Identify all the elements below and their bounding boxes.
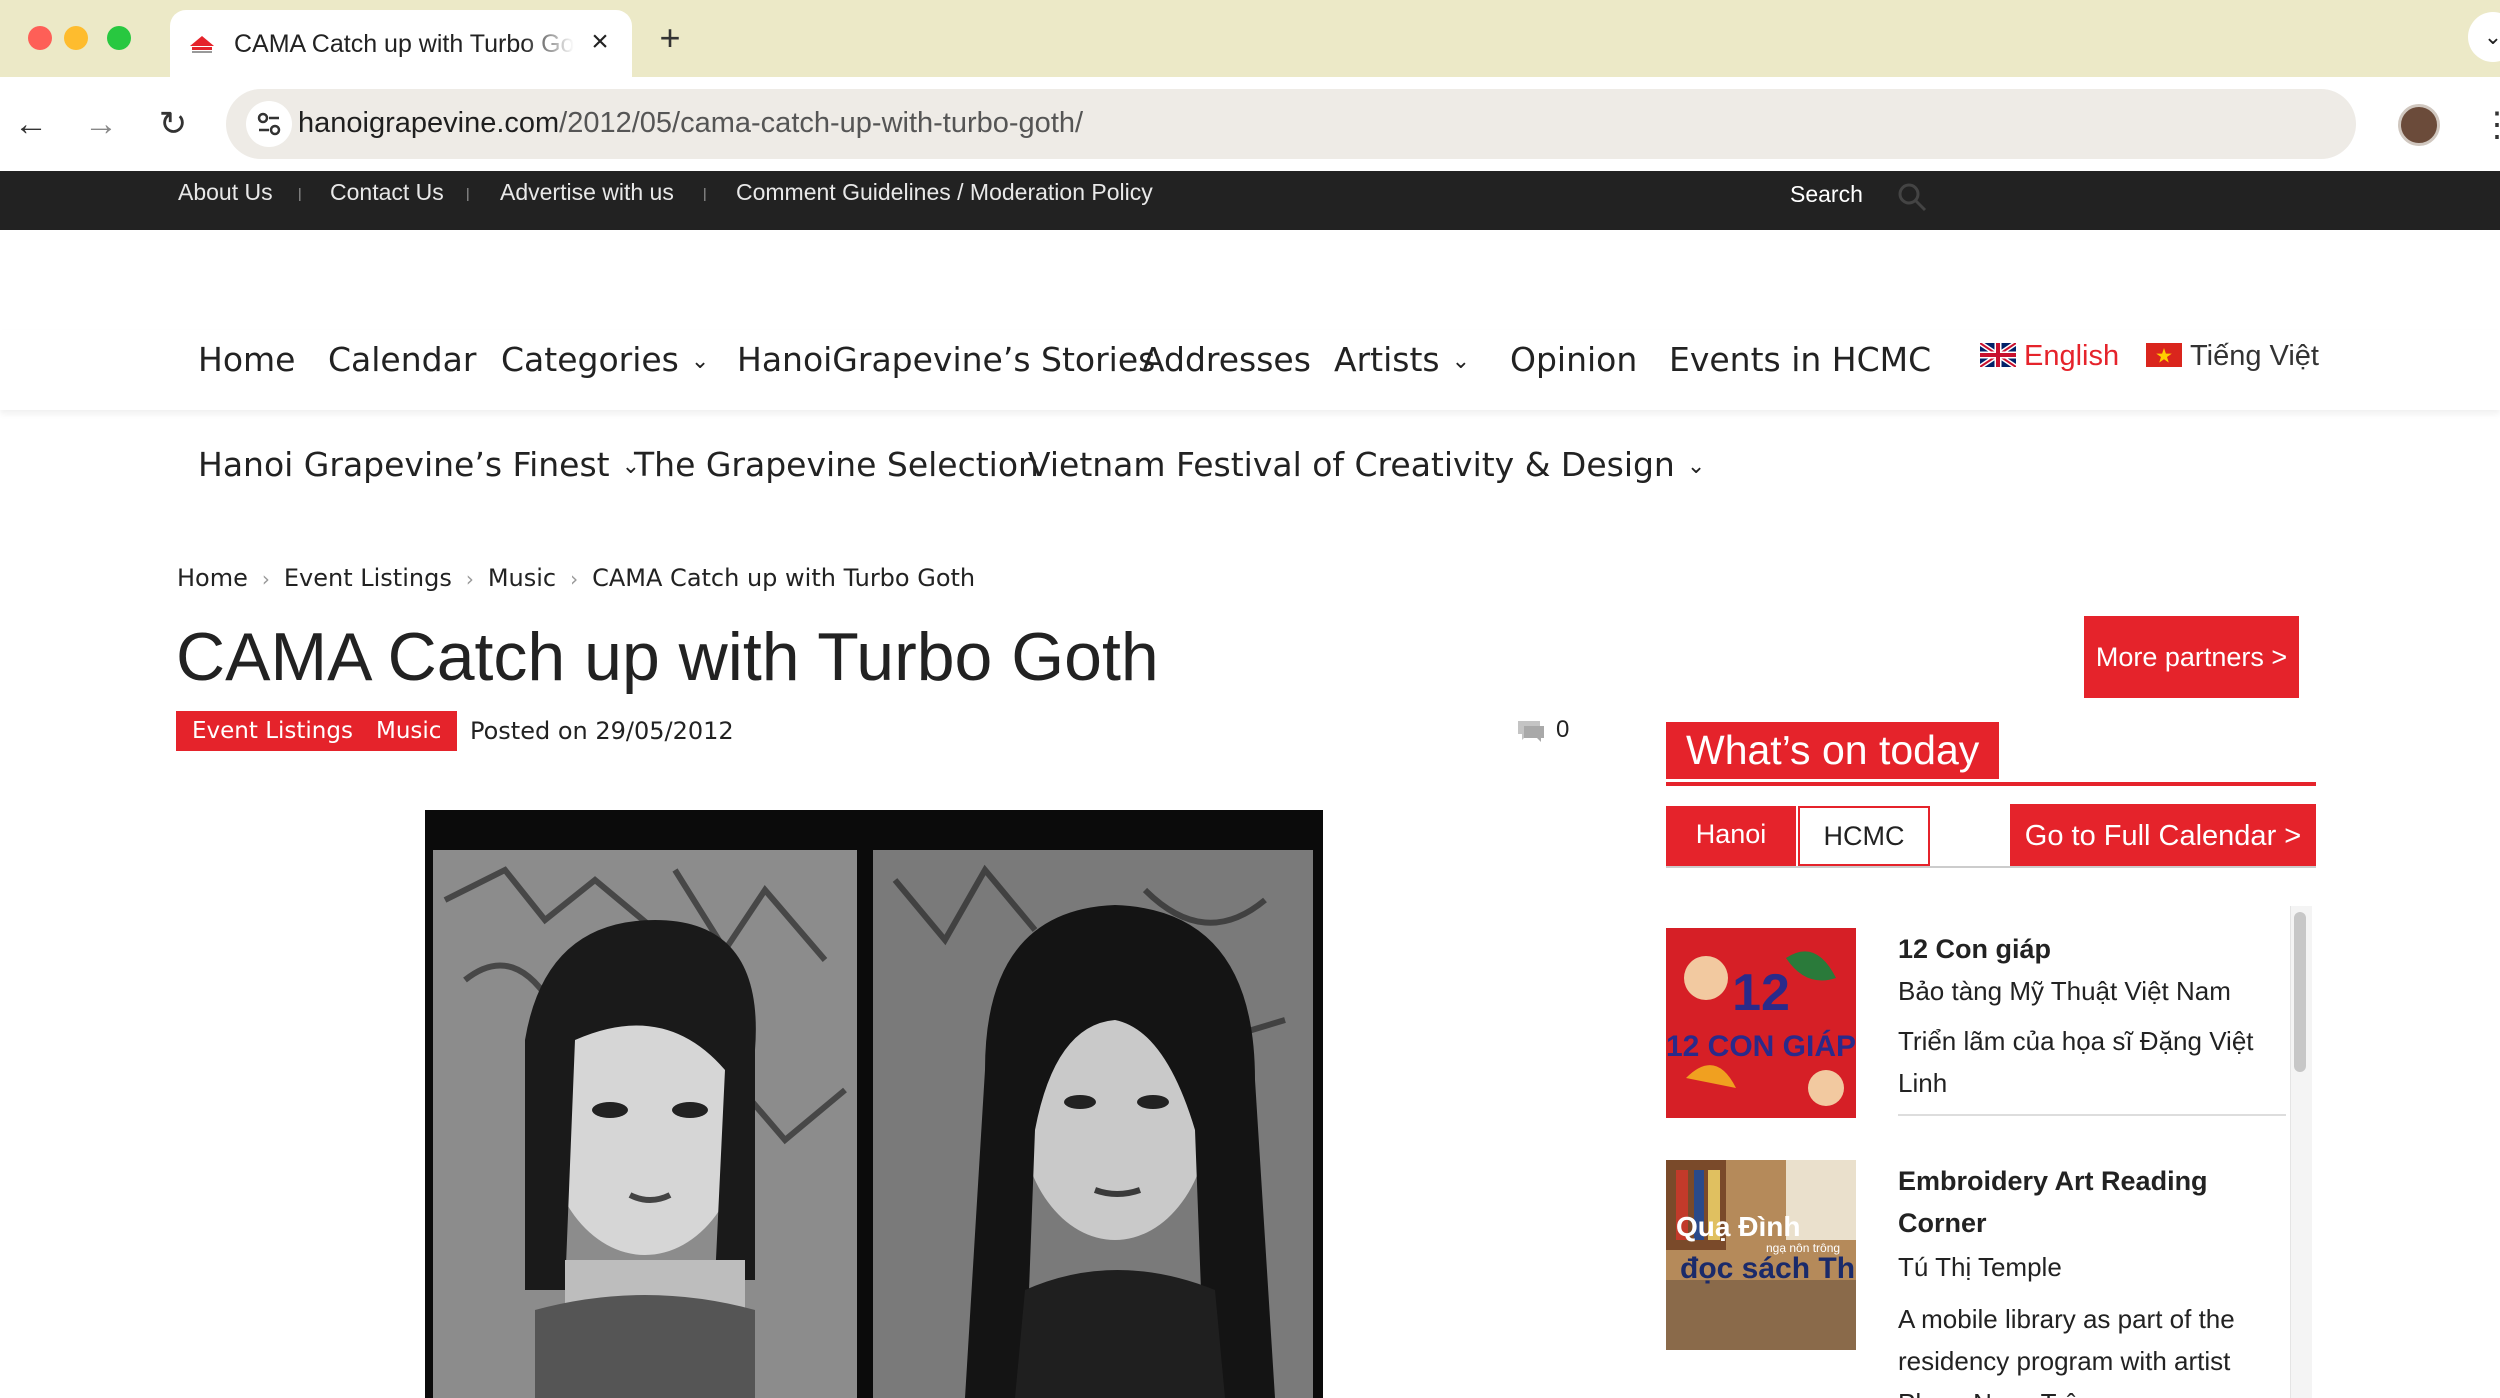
svg-text:12: 12: [1732, 964, 1790, 1022]
url-text[interactable]: hanoigrapevine.com/2012/05/cama-catch-up…: [298, 107, 1083, 140]
event-title[interactable]: 12 Con giáp: [1898, 928, 2288, 970]
event-thumbnail[interactable]: Quạ Đình ngạ nôn trông đọc sách Th: [1666, 1160, 1856, 1350]
uk-flag-icon: [1980, 343, 2016, 367]
topbar-link-advertise[interactable]: Advertise with us: [500, 179, 674, 206]
event-description: Triển lãm của họa sĩ Đặng Việt Linh: [1898, 1026, 2254, 1098]
topbar-link-guidelines[interactable]: Comment Guidelines / Moderation Policy: [736, 179, 1153, 206]
event-description: A mobile library as part of the residenc…: [1898, 1304, 2235, 1398]
event-title[interactable]: Embroidery Art Reading Corner: [1898, 1160, 2288, 1244]
thumb-label: 12 CON GIÁP: [1666, 1029, 1856, 1063]
chevron-down-icon: ⌄: [690, 349, 710, 374]
nav-item-label: Hanoi Grapevine’s Finest: [198, 445, 610, 484]
topbar-link-contact[interactable]: Contact Us: [330, 179, 444, 206]
article-photo: [425, 810, 1323, 1398]
lang-english-label: English: [2024, 340, 2120, 372]
url-host: hanoigrapevine.com: [298, 107, 560, 139]
page-title: CAMA Catch up with Turbo Goth: [176, 619, 1159, 695]
profile-avatar[interactable]: [2398, 104, 2440, 146]
event-thumbnail[interactable]: 12 12 CON GIÁP: [1666, 928, 1856, 1118]
lang-vietnamese-label: Tiếng Việt: [2190, 340, 2319, 372]
topbar-separator: |: [298, 185, 302, 201]
nav-item-selection[interactable]: The Grapevine Selection: [634, 445, 1039, 484]
site-favicon-icon: [190, 36, 214, 53]
nav-item-categories[interactable]: Categories ⌄: [501, 340, 709, 379]
topbar-separator: |: [466, 185, 470, 201]
close-window-button[interactable]: [28, 26, 52, 50]
maximize-window-button[interactable]: [107, 26, 131, 50]
event-thumbnail-image: Quạ Đình ngạ nôn trông đọc sách Th: [1666, 1160, 1856, 1350]
breadcrumb: Home › Event Listings › Music › CAMA Catch up …: [177, 564, 975, 592]
browser-menu-icon[interactable]: ⋮: [2480, 104, 2500, 146]
address-bar[interactable]: hanoigrapevine.com/2012/05/cama-catch-up…: [226, 89, 2356, 159]
nav-item-events-hcmc[interactable]: Events in HCMC: [1669, 340, 1931, 379]
nav-item-finest[interactable]: Hanoi Grapevine’s Finest ⌄: [198, 445, 640, 484]
browser-toolbar: ← → ↻ hanoigrapevine.com/2012/05/cama-ca…: [0, 77, 2500, 171]
breadcrumb-current: CAMA Catch up with Turbo Goth: [592, 564, 976, 592]
vietnam-flag-icon: [2146, 343, 2182, 367]
chevron-down-icon: ⌄: [1686, 454, 1706, 479]
breadcrumb-event-listings[interactable]: Event Listings: [284, 564, 452, 592]
nav-item-label: Categories: [501, 340, 679, 379]
section-divider: [1666, 782, 2316, 786]
tab-title: CAMA Catch up with Turbo Goth: [234, 30, 574, 58]
search-icon[interactable]: [1896, 181, 1928, 213]
chevron-right-icon: ›: [261, 567, 270, 591]
tabs-divider: [1666, 866, 2316, 868]
url-path: /2012/05/cama-catch-up-with-turbo-goth/: [559, 107, 1084, 139]
scrollbar-thumb[interactable]: [2294, 912, 2306, 1072]
nav-item-opinion[interactable]: Opinion: [1510, 340, 1637, 379]
lang-vietnamese[interactable]: Tiếng Việt: [2146, 340, 2319, 373]
comment-icon[interactable]: [1516, 718, 1546, 744]
topbar-separator: |: [703, 185, 707, 201]
minimize-window-button[interactable]: [64, 26, 88, 50]
event-divider: [1898, 1114, 2286, 1116]
site-topbar: About Us | Contact Us | Advertise with u…: [0, 171, 2500, 230]
topbar-link-about[interactable]: About Us: [178, 179, 273, 206]
chevron-right-icon: ›: [465, 567, 474, 591]
event-item[interactable]: 12 12 CON GIÁP 12 Con giáp Bảo tàng Mỹ T…: [1666, 928, 2286, 1138]
nav-item-home[interactable]: Home: [198, 340, 295, 379]
main-nav-row1: Home Calendar Categories ⌄ HanoiGrapevine…: [0, 330, 2500, 410]
nav-item-artists[interactable]: Artists ⌄: [1334, 340, 1470, 379]
thumb-label: đọc sách Th: [1680, 1252, 1855, 1285]
event-thumbnail-image: 12 12 CON GIÁP: [1666, 928, 1856, 1118]
article-photo-image: [425, 810, 1323, 1398]
comment-count[interactable]: 0: [1556, 716, 1569, 744]
more-partners-button[interactable]: More partners >: [2084, 616, 2299, 698]
tab-close-icon[interactable]: ×: [582, 24, 618, 60]
thumb-label: Quạ Đình: [1676, 1211, 1800, 1242]
site-info-icon[interactable]: [246, 101, 292, 147]
tab-search-chevron-icon[interactable]: ⌄: [2468, 12, 2500, 62]
browser-tab-active[interactable]: CAMA Catch up with Turbo Goth ×: [170, 10, 632, 77]
tab-hanoi[interactable]: Hanoi: [1666, 806, 1796, 866]
reload-icon[interactable]: ↻: [148, 99, 198, 149]
tag-event-listings[interactable]: Event Listings: [176, 711, 369, 751]
back-arrow-icon[interactable]: ←: [6, 99, 56, 149]
lang-english[interactable]: English: [1980, 340, 2119, 373]
browser-tabbar: CAMA Catch up with Turbo Goth × + ⌄: [0, 0, 2500, 77]
tab-hcmc[interactable]: HCMC: [1798, 806, 1930, 866]
breadcrumb-home[interactable]: Home: [177, 564, 248, 592]
tag-music[interactable]: Music: [360, 711, 458, 751]
post-date: Posted on 29/05/2012: [470, 717, 734, 745]
breadcrumb-music[interactable]: Music: [488, 564, 556, 592]
event-venue: Bảo tàng Mỹ Thuật Việt Nam: [1898, 976, 2231, 1006]
nav-item-calendar[interactable]: Calendar: [328, 340, 476, 379]
event-venue: Tú Thị Temple: [1898, 1252, 2062, 1282]
nav-item-stories[interactable]: HanoiGrapevine’s Stories: [737, 340, 1155, 379]
nav-item-label: Artists: [1334, 340, 1440, 379]
new-tab-icon[interactable]: +: [652, 20, 688, 56]
chevron-down-icon: ⌄: [1451, 349, 1471, 374]
nav-item-festival[interactable]: Vietnam Festival of Creativity & Design ⌄: [1028, 445, 1705, 484]
event-item[interactable]: Quạ Đình ngạ nôn trông đọc sách Th Embro…: [1666, 1160, 2286, 1398]
full-calendar-button[interactable]: Go to Full Calendar >: [2010, 804, 2316, 868]
chevron-right-icon: ›: [570, 567, 579, 591]
nav-item-addresses[interactable]: Addresses: [1142, 340, 1311, 379]
whats-on-title: What’s on today: [1666, 722, 2000, 779]
nav-item-label: Vietnam Festival of Creativity & Design: [1028, 445, 1675, 484]
search-label[interactable]: Search: [1790, 181, 1863, 208]
forward-arrow-icon[interactable]: →: [76, 99, 126, 149]
